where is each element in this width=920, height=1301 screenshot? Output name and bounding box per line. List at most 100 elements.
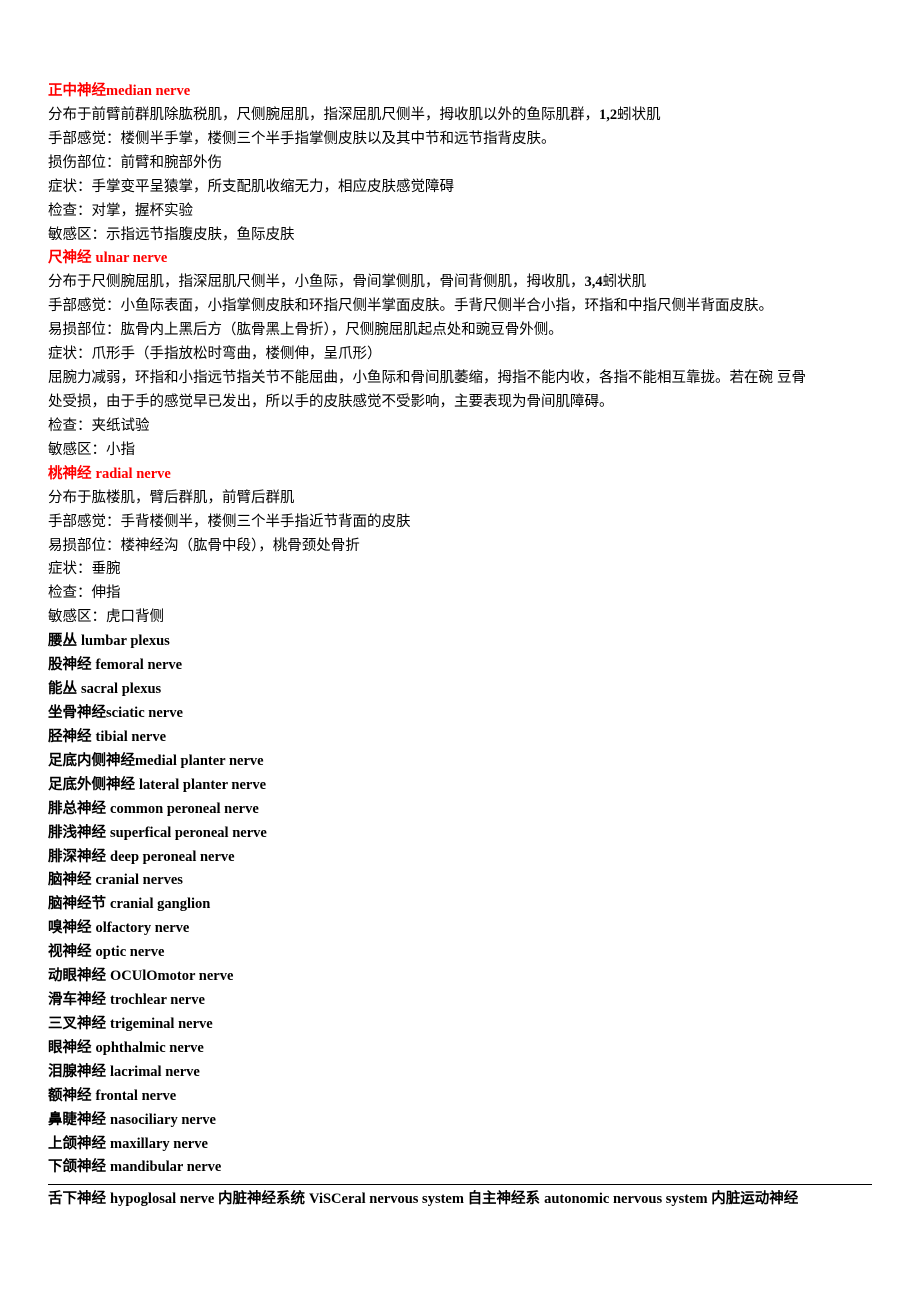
- median-nerve-title-part-1: median nerve: [106, 83, 190, 99]
- mandibular-nerve: 下颌神经 mandibular nerve: [48, 1156, 872, 1180]
- ulnar-desc2: 处受损，由于手的感觉早已发出，所以手的皮肤感觉不受影响，主要表现为骨间肌障碍。: [48, 391, 872, 415]
- ophthalmic-nerve-part-1: ophthalmic nerve: [96, 1040, 204, 1056]
- medial-planter-part-0: 足底内侧神经: [48, 753, 135, 769]
- median-sense-part-0: 手部感觉：楼侧半手掌，楼侧三个半手指掌侧皮肤以及其中节和远节指背皮肤。: [48, 131, 556, 147]
- femoral-nerve-part-1: femoral nerve: [96, 657, 183, 673]
- ulnar-symptom: 症状：爪形手（手指放松时弯曲，楼侧伸，呈爪形）: [48, 343, 872, 367]
- radial-dist-part-0: 分布于肱楼肌，臂后群肌，前臂后群肌: [48, 490, 295, 506]
- ulnar-dist-part-0: 分布于尺侧腕屈肌，指深屈肌尺侧半，小鱼际，骨间掌侧肌，骨间背侧肌，拇收肌，: [48, 274, 585, 290]
- radial-symptom: 症状：垂腕: [48, 558, 872, 582]
- radial-nerve-title: 桃神经 radial nerve: [48, 463, 872, 487]
- cranial-nerves: 脑神经 cranial nerves: [48, 869, 872, 893]
- lumbar-plexus: 腰丛 lumbar plexus: [48, 630, 872, 654]
- common-peroneal-part-1: common peroneal nerve: [110, 801, 259, 817]
- superficial-peroneal: 腓浅神经 superfical peroneal nerve: [48, 822, 872, 846]
- radial-dist: 分布于肱楼肌，臂后群肌，前臂后群肌: [48, 487, 872, 511]
- footer-line-part-1: hypoglosal nerve: [110, 1191, 218, 1207]
- frontal-nerve-part-1: frontal nerve: [96, 1088, 177, 1104]
- olfactory-nerve-part-0: 嗅神经: [48, 920, 96, 936]
- deep-peroneal-part-0: 腓深神经: [48, 849, 110, 865]
- trochlear-nerve-part-0: 滑车神经: [48, 992, 110, 1008]
- ophthalmic-nerve: 眼神经 ophthalmic nerve: [48, 1037, 872, 1061]
- footer-line: 舌下神经 hypoglosal nerve 内脏神经系统 ViSCeral ne…: [48, 1188, 872, 1212]
- median-sense: 手部感觉：楼侧半手掌，楼侧三个半手指掌侧皮肤以及其中节和远节指背皮肤。: [48, 128, 872, 152]
- tibial-nerve-part-0: 胫神经: [48, 729, 96, 745]
- cranial-ganglion-part-0: 脑神经节: [48, 896, 110, 912]
- ulnar-nerve-title-part-1: ulnar nerve: [96, 250, 168, 266]
- separator-line: [48, 1184, 872, 1185]
- cranial-nerves-part-1: cranial nerves: [96, 872, 183, 888]
- trigeminal-nerve: 三叉神经 trigeminal nerve: [48, 1013, 872, 1037]
- optic-nerve-part-0: 视神经: [48, 944, 96, 960]
- trochlear-nerve: 滑车神经 trochlear nerve: [48, 989, 872, 1013]
- common-peroneal: 腓总神经 common peroneal nerve: [48, 798, 872, 822]
- cranial-ganglion-part-1: cranial ganglion: [110, 896, 210, 912]
- ulnar-injury-part-0: 易损部位：肱骨内上黑后方（肱骨黑上骨折），尺侧腕屈肌起点处和豌豆骨外侧。: [48, 322, 563, 338]
- lateral-planter: 足底外侧神经 lateral planter nerve: [48, 774, 872, 798]
- deep-peroneal-part-1: deep peroneal nerve: [110, 849, 235, 865]
- lateral-planter-part-0: 足底外侧神经: [48, 777, 139, 793]
- ulnar-nerve-title-part-0: 尺神经: [48, 250, 96, 266]
- ulnar-nerve-title: 尺神经 ulnar nerve: [48, 247, 872, 271]
- mandibular-nerve-part-0: 下颌神经: [48, 1159, 110, 1175]
- ulnar-dist-part-1: 3,4: [585, 274, 603, 290]
- median-nerve-title-part-0: 正中神经: [48, 83, 106, 99]
- oculomotor-nerve-part-1: OCUlOmotor nerve: [110, 968, 233, 984]
- median-nerve-title: 正中神经median nerve: [48, 80, 872, 104]
- femoral-nerve: 股神经 femoral nerve: [48, 654, 872, 678]
- lacrimal-nerve: 泪腺神经 lacrimal nerve: [48, 1061, 872, 1085]
- radial-symptom-part-0: 症状：垂腕: [48, 561, 121, 577]
- median-symptom: 症状：手掌变平呈猿掌，所支配肌收缩无力，相应皮肤感觉障碍: [48, 176, 872, 200]
- radial-nerve-title-part-1: radial nerve: [96, 466, 171, 482]
- lumbar-plexus-part-1: lumbar plexus: [81, 633, 170, 649]
- ulnar-symptom-part-0: 症状：爪形手（手指放松时弯曲，楼侧伸，呈爪形）: [48, 346, 382, 362]
- sacral-plexus-part-0: 能丛: [48, 681, 81, 697]
- olfactory-nerve-part-1: olfactory nerve: [96, 920, 190, 936]
- ulnar-dist: 分布于尺侧腕屈肌，指深屈肌尺侧半，小鱼际，骨间掌侧肌，骨间背侧肌，拇收肌，3,4…: [48, 271, 872, 295]
- trigeminal-nerve-part-0: 三叉神经: [48, 1016, 110, 1032]
- sciatic-nerve: 坐骨神经sciatic nerve: [48, 702, 872, 726]
- olfactory-nerve: 嗅神经 olfactory nerve: [48, 917, 872, 941]
- footer-line-part-3: ViSCeral nervous system: [309, 1191, 468, 1207]
- radial-area-part-0: 敏感区：虎口背侧: [48, 609, 164, 625]
- medial-planter: 足底内侧神经medial planter nerve: [48, 750, 872, 774]
- sciatic-nerve-part-0: 坐骨神经: [48, 705, 106, 721]
- radial-injury-part-0: 易损部位：楼神经沟（肱骨中段），桃骨颈处骨折: [48, 538, 360, 554]
- lateral-planter-part-1: lateral planter nerve: [139, 777, 266, 793]
- median-area-part-0: 敏感区：示指远节指腹皮肤，鱼际皮肤: [48, 227, 295, 243]
- oculomotor-nerve-part-0: 动眼神经: [48, 968, 110, 984]
- trochlear-nerve-part-1: trochlear nerve: [110, 992, 205, 1008]
- ulnar-desc1-part-0: 屈腕力减弱，环指和小指远节指关节不能屈曲，小鱼际和骨间肌萎缩，拇指不能内收，各指…: [48, 370, 806, 386]
- median-dist-part-2: 蚓状肌: [617, 107, 661, 123]
- frontal-nerve: 额神经 frontal nerve: [48, 1085, 872, 1109]
- superficial-peroneal-part-0: 腓浅神经: [48, 825, 110, 841]
- nasociliary-nerve-part-0: 鼻睫神经: [48, 1112, 110, 1128]
- lacrimal-nerve-part-0: 泪腺神经: [48, 1064, 110, 1080]
- footer-line-part-4: 自主神经系: [468, 1191, 545, 1207]
- cranial-ganglion: 脑神经节 cranial ganglion: [48, 893, 872, 917]
- optic-nerve-part-1: optic nerve: [96, 944, 165, 960]
- nasociliary-nerve: 鼻睫神经 nasociliary nerve: [48, 1109, 872, 1133]
- footer-line-part-2: 内脏神经系统: [218, 1191, 309, 1207]
- radial-exam-part-0: 检查：伸指: [48, 585, 121, 601]
- trigeminal-nerve-part-1: trigeminal nerve: [110, 1016, 213, 1032]
- radial-sense: 手部感觉：手背楼侧半，楼侧三个半手指近节背面的皮肤: [48, 511, 872, 535]
- oculomotor-nerve: 动眼神经 OCUlOmotor nerve: [48, 965, 872, 989]
- lacrimal-nerve-part-1: lacrimal nerve: [110, 1064, 200, 1080]
- tibial-nerve-part-1: tibial nerve: [96, 729, 166, 745]
- median-injury-part-0: 损伤部位：前臂和腕部外伤: [48, 155, 222, 171]
- ulnar-sense: 手部感觉：小鱼际表面，小指掌侧皮肤和环指尺侧半掌面皮肤。手背尺侧半合小指，环指和…: [48, 295, 872, 319]
- footer-line-part-6: 内脏运动神经: [711, 1191, 798, 1207]
- footer-line-part-0: 舌下神经: [48, 1191, 110, 1207]
- maxillary-nerve-part-1: maxillary nerve: [110, 1136, 208, 1152]
- median-exam: 检查：对掌，握杯实验: [48, 200, 872, 224]
- radial-area: 敏感区：虎口背侧: [48, 606, 872, 630]
- ulnar-injury: 易损部位：肱骨内上黑后方（肱骨黑上骨折），尺侧腕屈肌起点处和豌豆骨外侧。: [48, 319, 872, 343]
- median-area: 敏感区：示指远节指腹皮肤，鱼际皮肤: [48, 224, 872, 248]
- ulnar-area: 敏感区：小指: [48, 439, 872, 463]
- frontal-nerve-part-0: 额神经: [48, 1088, 96, 1104]
- maxillary-nerve-part-0: 上颌神经: [48, 1136, 110, 1152]
- footer-line: 舌下神经 hypoglosal nerve 内脏神经系统 ViSCeral ne…: [48, 1187, 872, 1212]
- mandibular-nerve-part-1: mandibular nerve: [110, 1159, 221, 1175]
- ulnar-desc1: 屈腕力减弱，环指和小指远节指关节不能屈曲，小鱼际和骨间肌萎缩，拇指不能内收，各指…: [48, 367, 872, 391]
